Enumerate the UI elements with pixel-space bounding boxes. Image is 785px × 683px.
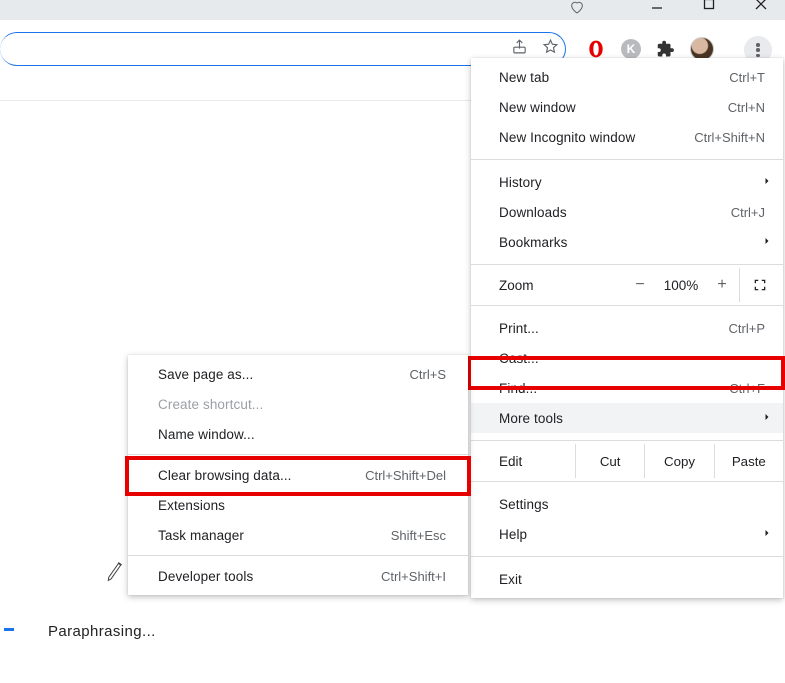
- zoom-in-button[interactable]: +: [705, 276, 739, 294]
- share-icon[interactable]: [511, 38, 528, 60]
- content-separator: [0, 100, 471, 101]
- status-text: Paraphrasing...: [48, 623, 156, 640]
- menu-label: Find...: [499, 381, 729, 396]
- menu-zoom-row: Zoom − 100% +: [471, 268, 783, 302]
- submenu-developer-tools[interactable]: Developer tools Ctrl+Shift+I: [128, 561, 468, 591]
- chevron-right-icon: [761, 527, 773, 542]
- star-icon[interactable]: [542, 38, 559, 60]
- edit-cut[interactable]: Cut: [575, 444, 644, 478]
- heart-icon: [569, 0, 585, 20]
- menu-exit[interactable]: Exit: [471, 564, 783, 594]
- menu-shortcut: Ctrl+F: [729, 381, 767, 396]
- extensions-button[interactable]: [655, 38, 677, 60]
- menu-cast[interactable]: Cast...: [471, 343, 783, 373]
- menu-label: Bookmarks: [499, 235, 767, 250]
- menu-settings[interactable]: Settings: [471, 489, 783, 519]
- submenu-name-window[interactable]: Name window...: [128, 419, 468, 449]
- window-titlebar: [0, 0, 785, 20]
- menu-label: Save page as...: [158, 367, 410, 382]
- menu-label: Settings: [499, 497, 767, 512]
- submenu-task-manager[interactable]: Task manager Shift+Esc: [128, 520, 468, 550]
- menu-print[interactable]: Print... Ctrl+P: [471, 313, 783, 343]
- menu-label: Create shortcut...: [158, 397, 448, 412]
- menu-label: History: [499, 175, 767, 190]
- chrome-menu: New tab Ctrl+T New window Ctrl+N New Inc…: [471, 58, 783, 598]
- menu-shortcut: Ctrl+Shift+N: [694, 130, 767, 145]
- chevron-right-icon: [761, 411, 773, 426]
- k-badge-label: K: [621, 39, 641, 59]
- menu-new-tab[interactable]: New tab Ctrl+T: [471, 62, 783, 92]
- menu-more-tools[interactable]: More tools: [471, 403, 783, 433]
- submenu-clear-browsing[interactable]: Clear browsing data... Ctrl+Shift+Del: [128, 460, 468, 490]
- progress-tick: [4, 628, 14, 631]
- chevron-right-icon: [761, 175, 773, 190]
- menu-shortcut: Ctrl+Shift+Del: [365, 468, 448, 483]
- submenu-save-page[interactable]: Save page as... Ctrl+S: [128, 359, 468, 389]
- edit-paste[interactable]: Paste: [714, 444, 783, 478]
- menu-label: Print...: [499, 321, 729, 336]
- menu-label: More tools: [499, 411, 767, 426]
- zoom-level: 100%: [657, 278, 705, 293]
- menu-label: Edit: [471, 454, 575, 469]
- menu-shortcut: Ctrl+S: [410, 367, 448, 382]
- chevron-right-icon: [761, 235, 773, 250]
- extension-2-icon[interactable]: K: [620, 38, 642, 60]
- edit-copy[interactable]: Copy: [644, 444, 713, 478]
- menu-shortcut: Ctrl+P: [729, 321, 767, 336]
- menu-label: Help: [499, 527, 767, 542]
- menu-shortcut: Ctrl+T: [729, 70, 767, 85]
- menu-shortcut: Ctrl+Shift+I: [381, 569, 448, 584]
- menu-history[interactable]: History: [471, 167, 783, 197]
- menu-label: Clear browsing data...: [158, 468, 365, 483]
- minimize-button[interactable]: [647, 0, 667, 14]
- menu-label: New tab: [499, 70, 729, 85]
- extension-1-icon[interactable]: [585, 38, 607, 60]
- menu-edit-row: Edit Cut Copy Paste: [471, 444, 783, 478]
- menu-incognito[interactable]: New Incognito window Ctrl+Shift+N: [471, 122, 783, 152]
- more-tools-submenu: Save page as... Ctrl+S Create shortcut..…: [128, 355, 468, 595]
- menu-label: Downloads: [499, 205, 731, 220]
- menu-bookmarks[interactable]: Bookmarks: [471, 227, 783, 257]
- maximize-button[interactable]: [699, 0, 719, 14]
- menu-label: Zoom: [499, 278, 623, 293]
- pen-icon: [102, 556, 131, 589]
- menu-label: New Incognito window: [499, 130, 694, 145]
- menu-downloads[interactable]: Downloads Ctrl+J: [471, 197, 783, 227]
- menu-shortcut: Ctrl+N: [728, 100, 767, 115]
- menu-label: Exit: [499, 572, 767, 587]
- submenu-extensions[interactable]: Extensions: [128, 490, 468, 520]
- zoom-out-button[interactable]: −: [623, 276, 657, 294]
- fullscreen-button[interactable]: [739, 268, 783, 302]
- submenu-create-shortcut: Create shortcut...: [128, 389, 468, 419]
- menu-label: Name window...: [158, 427, 448, 442]
- menu-label: Extensions: [158, 498, 448, 513]
- menu-shortcut: Shift+Esc: [391, 528, 448, 543]
- menu-label: New window: [499, 100, 728, 115]
- menu-label: Task manager: [158, 528, 391, 543]
- menu-new-window[interactable]: New window Ctrl+N: [471, 92, 783, 122]
- menu-shortcut: Ctrl+J: [731, 205, 767, 220]
- menu-label: Developer tools: [158, 569, 381, 584]
- menu-find[interactable]: Find... Ctrl+F: [471, 373, 783, 403]
- close-button[interactable]: [751, 0, 771, 14]
- menu-help[interactable]: Help: [471, 519, 783, 549]
- menu-label: Cast...: [499, 351, 767, 366]
